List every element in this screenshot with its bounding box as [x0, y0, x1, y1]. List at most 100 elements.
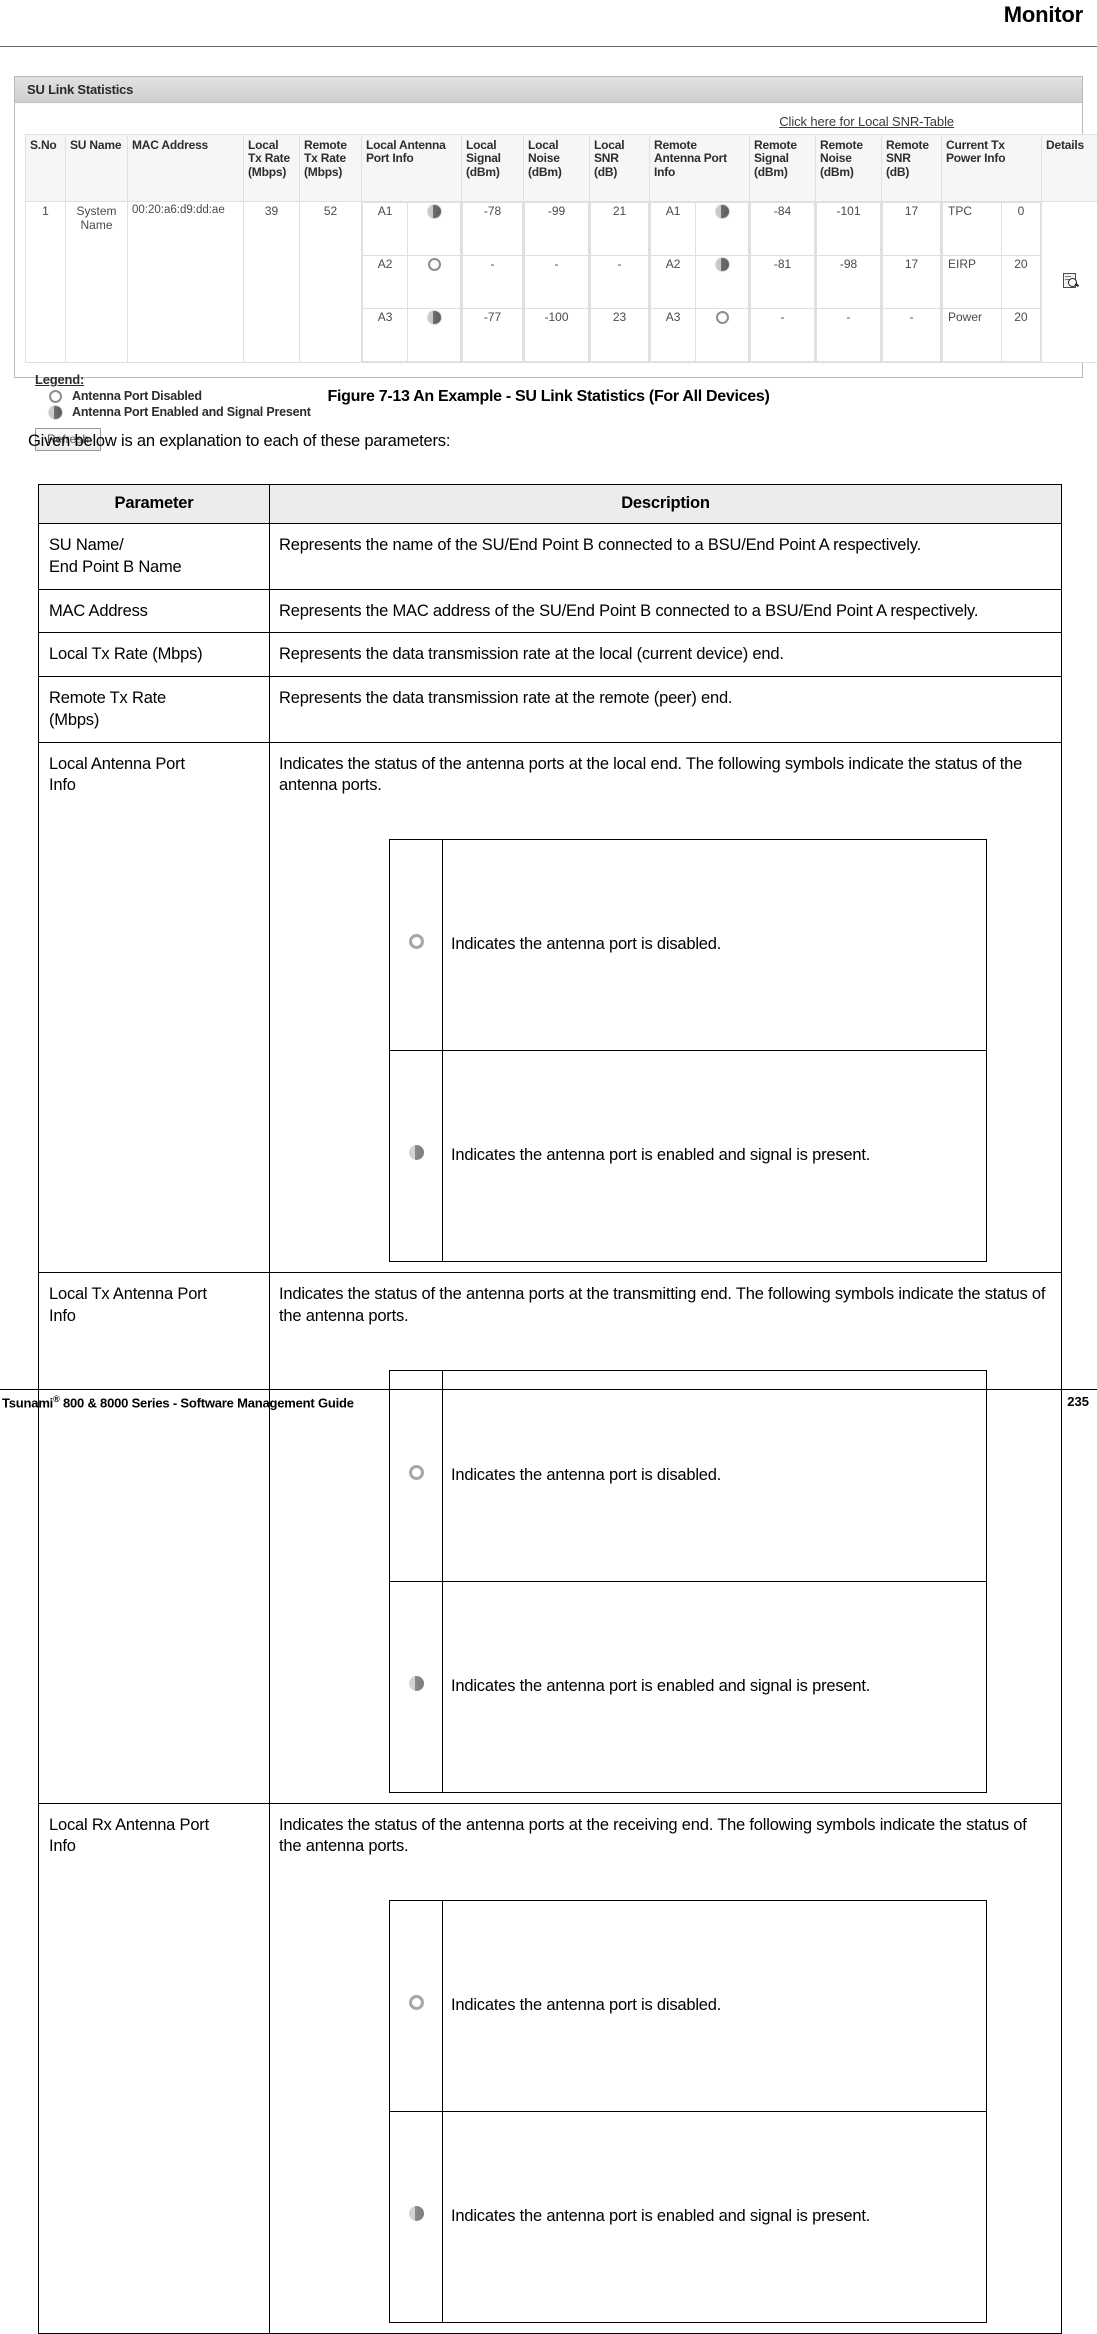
- param-name: Local Antenna PortInfo: [39, 742, 270, 1273]
- local-antenna-status-cell: [408, 309, 461, 362]
- remote-snr-value: 17: [883, 203, 941, 256]
- col-header-remote-snr: Remote SNR (dB): [882, 135, 942, 202]
- col-header-sno: S.No: [26, 135, 66, 202]
- antenna-port-disabled-icon: [409, 934, 424, 949]
- param-row-local-tx-antenna-port-info: Local Tx Antenna PortInfo Indicates the …: [39, 1273, 1062, 1804]
- symbol-cell-enabled: [390, 1051, 443, 1262]
- antenna-port-disabled-icon: [409, 1465, 424, 1480]
- footer-product-name: Tsunami: [2, 1395, 53, 1410]
- remote-snr-value: 17: [883, 256, 941, 309]
- tx-power-label: Power: [943, 309, 1002, 362]
- antenna-port-enabled-icon: [716, 205, 729, 218]
- param-row-remote-tx-rate: Remote Tx Rate(Mbps) Represents the data…: [39, 677, 1062, 743]
- intro-paragraph: Given below is an explanation to each of…: [28, 432, 450, 451]
- footer-guide-rest: 800 & 8000 Series - Software Management …: [60, 1395, 354, 1410]
- col-header-remote-signal: Remote Signal (dBm): [750, 135, 816, 202]
- remote-antenna-port-row: A3: [651, 309, 749, 362]
- tx-power-label: TPC: [943, 203, 1002, 256]
- antenna-port-enabled-icon: [428, 311, 441, 324]
- local-snr-subtable: 21 - 23: [590, 202, 649, 362]
- param-description: Represents the data transmission rate at…: [270, 677, 1062, 743]
- tx-power-value: 20: [1001, 309, 1040, 362]
- param-description-cell: Indicates the status of the antenna port…: [270, 742, 1062, 1273]
- local-antenna-port-row: A3: [363, 309, 461, 362]
- remote-noise-subtable: -101 -98 -: [816, 202, 881, 362]
- local-signal-value: -78: [463, 203, 523, 256]
- cell-remote-tx-rate: 52: [300, 202, 362, 363]
- col-header-remote-noise: Remote Noise (dBm): [816, 135, 882, 202]
- panel-title: SU Link Statistics: [27, 82, 133, 97]
- remote-antenna-status-cell: [696, 256, 749, 309]
- legend-item-label: Antenna Port Enabled and Signal Present: [72, 405, 311, 419]
- cell-local-antenna-port-info: A1 A2 A3: [362, 202, 462, 363]
- col-header-details: Details: [1042, 135, 1097, 202]
- param-col-header: Parameter: [39, 485, 270, 524]
- legend-title: Legend:: [35, 372, 1072, 387]
- panel-titlebar: SU Link Statistics: [15, 77, 1082, 103]
- symbol-cell-enabled: [390, 1581, 443, 1792]
- symbol-legend-table: Indicates the antenna port is disabled. …: [389, 1900, 987, 2323]
- param-row-local-rx-antenna-port-info: Local Rx Antenna PortInfo Indicates the …: [39, 1803, 1062, 2334]
- cell-sno: 1: [26, 202, 66, 363]
- antenna-port-enabled-icon: [409, 2206, 424, 2221]
- symbol-legend-text: Indicates the antenna port is disabled.: [443, 1901, 987, 2112]
- col-header-mac-address: MAC Address: [128, 135, 244, 202]
- param-name: Local Tx Antenna PortInfo: [39, 1273, 270, 1804]
- symbol-legend-text: Indicates the antenna port is disabled.: [443, 840, 987, 1051]
- local-antenna-label: A2: [363, 256, 408, 309]
- cell-remote-snr: 17 17 -: [882, 202, 942, 363]
- local-antenna-status-cell: [408, 256, 461, 309]
- tx-power-label: EIRP: [943, 256, 1002, 309]
- antenna-port-enabled-icon: [428, 205, 441, 218]
- cell-local-noise: -99 - -100: [524, 202, 590, 363]
- remote-snr-subtable: 17 17 -: [882, 202, 941, 362]
- remote-signal-value: -: [751, 309, 815, 362]
- page-running-head: Monitor: [0, 0, 1097, 46]
- su-link-statistics-screenshot: SU Link Statistics Click here for Local …: [14, 76, 1083, 378]
- details-magnifier-icon[interactable]: [1063, 273, 1078, 288]
- tx-power-row: EIRP 20: [943, 256, 1041, 309]
- symbol-legend-row: Indicates the antenna port is enabled an…: [390, 1581, 987, 1792]
- antenna-port-disabled-icon: [716, 311, 729, 324]
- antenna-port-disabled-icon: [409, 1995, 424, 2010]
- page-footer: Tsunami® 800 & 8000 Series - Software Ma…: [0, 1394, 1097, 1424]
- table-header-row: S.No SU Name MAC Address Local Tx Rate (…: [26, 135, 1097, 202]
- remote-snr-value: -: [883, 309, 941, 362]
- symbol-cell-disabled: [390, 840, 443, 1051]
- local-snr-value: 21: [591, 203, 649, 256]
- col-header-local-noise: Local Noise (dBm): [524, 135, 590, 202]
- param-name: Local Rx Antenna PortInfo: [39, 1803, 270, 2334]
- antenna-port-enabled-icon: [49, 406, 62, 419]
- cell-local-signal: -78 - -77: [462, 202, 524, 363]
- local-signal-value: -77: [463, 309, 523, 362]
- legend-item-enabled: Antenna Port Enabled and Signal Present: [35, 405, 1072, 419]
- local-signal-value: -: [463, 256, 523, 309]
- param-name: MAC Address: [39, 589, 270, 633]
- footer-divider: [0, 1389, 1097, 1390]
- local-noise-value: -99: [525, 203, 589, 256]
- col-header-local-tx-rate: Local Tx Rate (Mbps): [244, 135, 300, 202]
- local-snr-table-link[interactable]: Click here for Local SNR-Table: [779, 114, 954, 129]
- col-header-local-antenna-port-info: Local Antenna Port Info: [362, 135, 462, 202]
- local-antenna-port-row: A1: [363, 203, 461, 256]
- cell-details: [1042, 202, 1097, 363]
- remote-antenna-status-cell: [696, 309, 749, 362]
- col-header-current-tx-power-info: Current Tx Power Info: [942, 135, 1042, 202]
- remote-noise-value: -: [817, 309, 881, 362]
- param-row-local-antenna-port-info: Local Antenna PortInfo Indicates the sta…: [39, 742, 1062, 1273]
- antenna-port-enabled-icon: [409, 1676, 424, 1691]
- tx-power-value: 0: [1001, 203, 1040, 256]
- param-name: SU Name/End Point B Name: [39, 524, 270, 590]
- symbol-legend-text: Indicates the antenna port is enabled an…: [443, 1581, 987, 1792]
- table-row: 1 System Name 00:20:a6:d9:dd:ae 39 52 A1: [26, 202, 1097, 363]
- figure-caption: Figure 7-13 An Example - SU Link Statist…: [0, 388, 1097, 406]
- param-header-row: Parameter Description: [39, 485, 1062, 524]
- col-header-local-snr: Local SNR (dB): [590, 135, 650, 202]
- local-antenna-status-cell: [408, 203, 461, 256]
- cell-remote-antenna-port-info: A1 A2 A3: [650, 202, 750, 363]
- param-description: Indicates the status of the antenna port…: [279, 1815, 1051, 1859]
- remote-signal-value: -81: [751, 256, 815, 309]
- remote-antenna-port-row: A2: [651, 256, 749, 309]
- cell-mac-address: 00:20:a6:d9:dd:ae: [128, 202, 244, 363]
- cell-local-tx-rate: 39: [244, 202, 300, 363]
